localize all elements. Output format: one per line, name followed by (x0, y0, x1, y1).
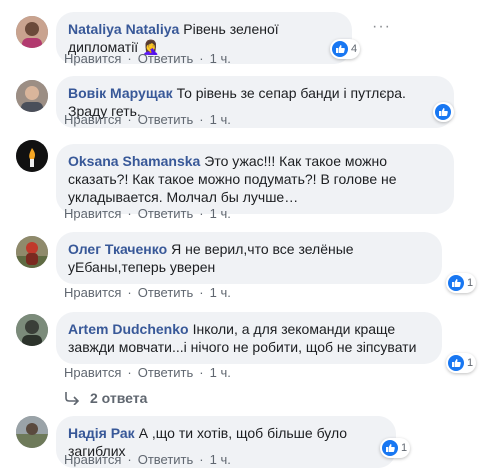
reaction-count: 1 (467, 357, 474, 369)
comment-bubble: Oksana Shamanska Это ужас!!! Как такое мо… (56, 144, 454, 214)
reaction-badge[interactable]: 4 (330, 39, 361, 59)
like-button[interactable]: Нравится (64, 365, 121, 380)
reaction-count: 1 (467, 277, 474, 289)
reply-arrow-icon (65, 392, 80, 405)
comment-actions: Нравится · Ответить · 1 ч. (64, 452, 231, 467)
like-button[interactable]: Нравится (64, 452, 121, 467)
reaction-badge[interactable] (433, 102, 454, 122)
like-button[interactable]: Нравится (64, 285, 121, 300)
timestamp[interactable]: 1 ч. (210, 285, 231, 300)
timestamp[interactable]: 1 ч. (210, 51, 231, 66)
avatar[interactable] (16, 80, 48, 112)
timestamp[interactable]: 1 ч. (210, 365, 231, 380)
comment-author[interactable]: Олег Ткаченко (68, 241, 167, 257)
more-options-icon[interactable]: ··· (372, 18, 391, 36)
reply-button[interactable]: Ответить (138, 206, 194, 221)
like-icon (332, 41, 348, 57)
comment-actions: Нравится · Ответить · 1 ч. (64, 365, 231, 380)
comment-author[interactable]: Oksana Shamanska (68, 153, 200, 169)
reply-button[interactable]: Ответить (138, 285, 194, 300)
like-icon (435, 104, 451, 120)
reply-button[interactable]: Ответить (138, 452, 194, 467)
reaction-count: 4 (351, 43, 358, 55)
avatar[interactable] (16, 236, 48, 268)
comment-actions: Нравится · Ответить · 1 ч. (64, 51, 231, 66)
reply-button[interactable]: Ответить (138, 365, 194, 380)
timestamp[interactable]: 1 ч. (210, 112, 231, 127)
avatar[interactable] (16, 416, 48, 448)
reaction-badge[interactable]: 1 (380, 438, 411, 458)
replies-count: 2 ответа (90, 390, 148, 406)
like-button[interactable]: Нравится (64, 112, 121, 127)
timestamp[interactable]: 1 ч. (210, 206, 231, 221)
timestamp[interactable]: 1 ч. (210, 452, 231, 467)
comment-author[interactable]: Artem Dudchenko (68, 321, 189, 337)
avatar[interactable] (16, 314, 48, 346)
comment-author[interactable]: Надія Рак (68, 425, 135, 441)
comment-author[interactable]: Вовік Марущак (68, 85, 173, 101)
like-icon (448, 355, 464, 371)
reply-button[interactable]: Ответить (138, 112, 194, 127)
comment-actions: Нравится · Ответить · 1 ч. (64, 206, 231, 221)
view-replies-link[interactable]: 2 ответа (64, 390, 147, 406)
comment-actions: Нравится · Ответить · 1 ч. (64, 112, 231, 127)
reaction-count: 1 (401, 442, 408, 454)
reaction-badge[interactable]: 1 (446, 273, 477, 293)
comment-actions: Нравится · Ответить · 1 ч. (64, 285, 231, 300)
reaction-badge[interactable]: 1 (446, 353, 477, 373)
like-icon (382, 440, 398, 456)
like-button[interactable]: Нравится (64, 206, 121, 221)
comment-bubble: Олег Ткаченко Я не верил,что все зелёные … (56, 232, 442, 284)
comment-author[interactable]: Nataliya Nataliya (68, 21, 179, 37)
comment-bubble: Artem Dudchenko Інколи, а для зекоманди к… (56, 312, 442, 364)
avatar[interactable] (16, 140, 48, 172)
avatar[interactable] (16, 16, 48, 48)
like-button[interactable]: Нравится (64, 51, 121, 66)
reply-button[interactable]: Ответить (138, 51, 194, 66)
like-icon (448, 275, 464, 291)
